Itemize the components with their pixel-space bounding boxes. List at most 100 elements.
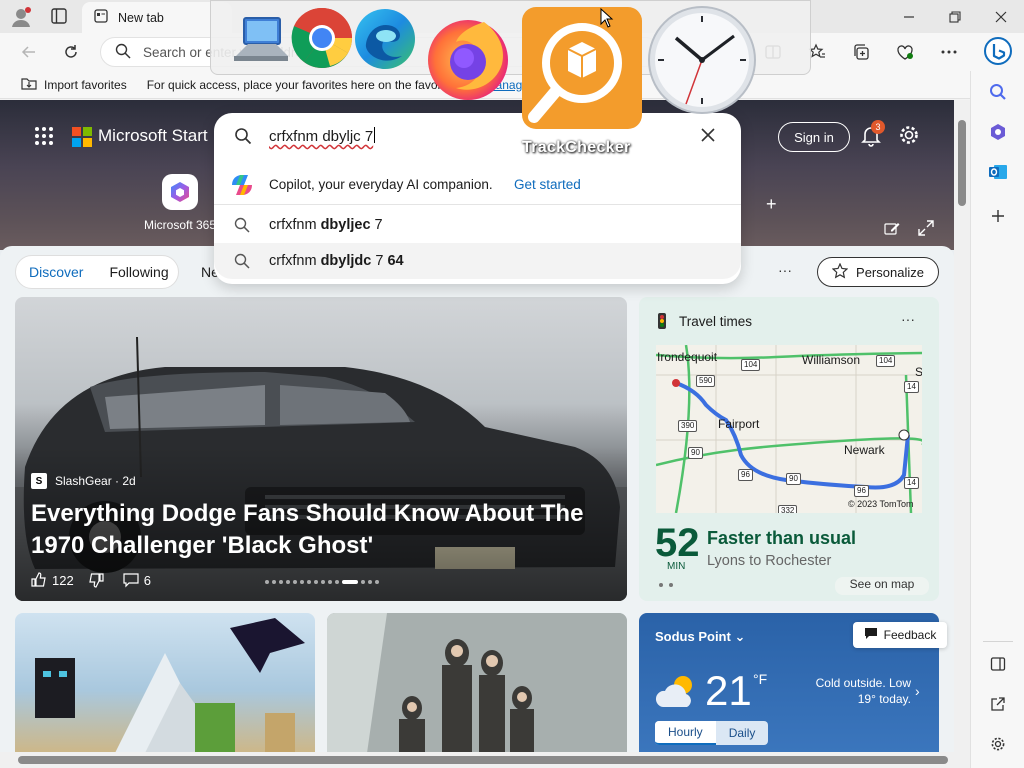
weather-location-label: Sodus Point (655, 629, 731, 644)
movie-story-card[interactable] (327, 613, 627, 752)
edge-sidebar (970, 71, 1024, 768)
this-pc-icon[interactable] (232, 12, 290, 71)
chrome-icon[interactable] (290, 6, 354, 73)
search-input[interactable]: crfxfnm dbyljc 7 (269, 127, 376, 145)
browser-essentials-icon[interactable] (894, 41, 916, 63)
highway-shield-90: 90 (688, 447, 703, 459)
search-icon[interactable] (987, 81, 1009, 103)
tab-hourly[interactable]: Hourly (655, 721, 716, 745)
partly-cloudy-icon (655, 673, 701, 712)
travel-route: Lyons to Rochester (707, 553, 832, 569)
weather-tabs: Hourly Daily (655, 721, 769, 745)
tab-discover[interactable]: Discover (16, 264, 96, 280)
highway-shield-104: 104 (876, 355, 896, 367)
edge-icon[interactable] (352, 6, 418, 75)
travel-more-icon[interactable]: ··· (901, 311, 915, 327)
comments-button[interactable]: 6 (123, 572, 151, 588)
search-suggestion[interactable]: crfxfnm dbyljec 7 (214, 207, 741, 243)
thumbs-up-icon (31, 572, 46, 587)
highway-shield-14: 14 (904, 477, 919, 489)
clock-icon[interactable] (646, 4, 758, 119)
feedback-button[interactable]: Feedback (853, 622, 947, 648)
dislike-button[interactable] (88, 572, 109, 588)
highway-shield-90: 90 (786, 473, 801, 485)
personalize-label: Personalize (856, 264, 924, 280)
shopping-icon[interactable] (987, 121, 1009, 143)
main-news-card[interactable]: S SlashGear · 2d Everything Dodge Fans S… (15, 297, 627, 601)
tab-actions-icon[interactable] (50, 7, 68, 25)
vertical-scrollbar[interactable] (954, 100, 970, 752)
search-icon (115, 43, 131, 62)
sidebar-settings-icon[interactable] (987, 733, 1009, 755)
search-suggestion[interactable]: crfxfnm dbyljdc 7 64 (214, 243, 741, 279)
page-settings-gear-icon[interactable] (898, 124, 920, 146)
back-button[interactable] (16, 40, 42, 64)
personalize-button[interactable]: Personalize (817, 257, 939, 287)
collections-icon[interactable] (850, 41, 872, 63)
travel-carousel-dots[interactable] (659, 583, 679, 587)
microsoft-365-label: Microsoft 365 (143, 218, 217, 232)
comment-icon (123, 573, 139, 588)
tab-daily[interactable]: Daily (716, 721, 769, 745)
horizontal-scroll-thumb[interactable] (18, 756, 948, 764)
search-icon (234, 253, 250, 269)
import-favorites-button[interactable]: Import favorites (14, 76, 127, 93)
new-tab-icon (94, 9, 108, 26)
traffic-map[interactable]: Irondequoit Williamson Fairport Newark S… (656, 345, 922, 513)
highway-shield-590: 590 (696, 375, 716, 387)
trackchecker-icon[interactable] (520, 5, 644, 134)
close-window-button[interactable] (978, 0, 1024, 33)
open-external-icon[interactable] (987, 693, 1009, 715)
profile-icon[interactable] (10, 6, 32, 28)
weather-location[interactable]: Sodus Point ⌄ (655, 629, 745, 645)
highway-shield-14: 14 (904, 381, 919, 393)
weather-condition: Cold outside. Low 19° today. (815, 676, 911, 706)
story-source[interactable]: S SlashGear · 2d (31, 473, 136, 489)
minimize-button[interactable] (886, 0, 932, 33)
minecraft-story-card[interactable] (15, 613, 315, 752)
vertical-scroll-thumb[interactable] (958, 120, 966, 206)
settings-more-icon[interactable] (938, 41, 960, 63)
copilot-get-started-link[interactable]: Get started (514, 177, 581, 192)
slashgear-logo-icon: S (31, 473, 47, 489)
feed-more-icon[interactable]: ··· (778, 262, 792, 278)
copilot-icon[interactable] (984, 37, 1012, 65)
refresh-button[interactable] (58, 40, 84, 64)
suggestion-text: crfxfnm dbyljdc 7 64 (269, 253, 404, 269)
highway-shield-104: 104 (741, 359, 761, 371)
map-label-s: S (915, 365, 922, 379)
add-shortcut-icon[interactable]: + (766, 194, 777, 215)
like-count: 122 (52, 572, 74, 588)
clear-search-icon[interactable] (700, 127, 716, 143)
outlook-icon[interactable] (987, 161, 1009, 183)
horizontal-scrollbar[interactable] (0, 752, 970, 768)
copilot-text: Copilot, your everyday AI companion. (269, 177, 493, 192)
map-label-williamson: Williamson (802, 353, 861, 367)
like-button[interactable]: 122 (31, 572, 74, 588)
personalize-icon (831, 262, 849, 282)
search-input-row[interactable]: crfxfnm dbyljc 7 (214, 113, 741, 159)
search-icon (234, 217, 250, 233)
tab-following[interactable]: Following (96, 264, 181, 280)
firefox-icon[interactable] (420, 10, 516, 105)
chevron-right-icon[interactable]: › (915, 683, 920, 699)
edit-background-icon[interactable] (884, 220, 900, 236)
mouse-cursor-icon (600, 7, 614, 28)
carousel-dots[interactable] (265, 580, 382, 584)
copilot-suggestion[interactable]: Copilot, your everyday AI companion. Get… (214, 165, 741, 205)
travel-times-card[interactable]: Travel times ··· Irondequoit Williamson … (639, 297, 939, 601)
restore-button[interactable] (932, 0, 978, 33)
app-launcher-icon[interactable] (34, 126, 54, 146)
travel-minutes: 52 (655, 521, 700, 565)
add-sidebar-app-icon[interactable] (987, 205, 1009, 227)
brand-title[interactable]: Microsoft Start (98, 126, 208, 146)
trackchecker-label: TrackChecker (522, 139, 631, 156)
story-headline[interactable]: Everything Dodge Fans Should Know About … (31, 498, 621, 562)
microsoft-365-icon (162, 174, 198, 210)
microsoft-365-shortcut[interactable]: Microsoft 365 (140, 174, 220, 232)
sign-in-button[interactable]: Sign in (778, 122, 850, 152)
see-on-map-button[interactable]: See on map (835, 577, 929, 595)
notification-badge: 3 (871, 120, 885, 134)
expand-icon[interactable] (918, 220, 934, 236)
hide-sidebar-icon[interactable] (987, 653, 1009, 675)
